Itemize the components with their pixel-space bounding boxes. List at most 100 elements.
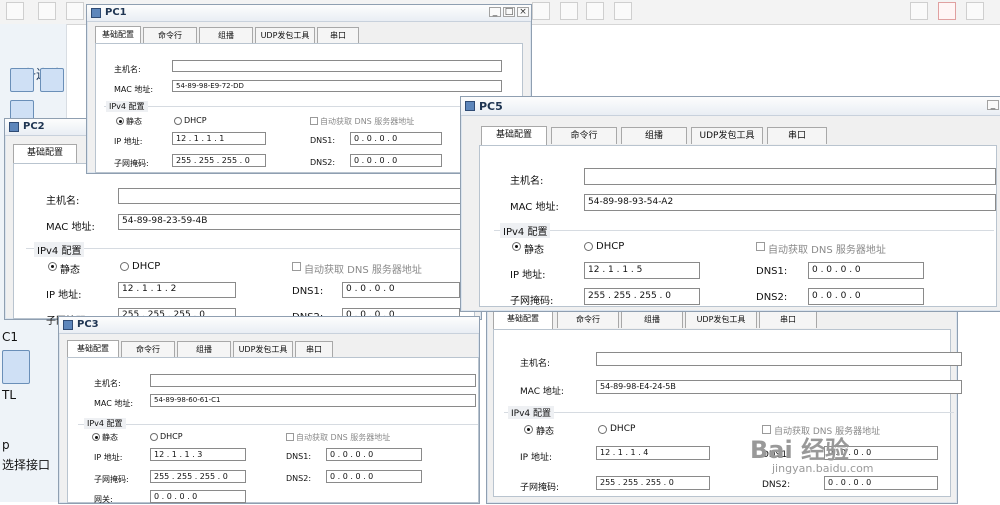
dns1-label: DNS1: [310,136,336,145]
window-title: PC1 [105,7,127,18]
router-icon[interactable] [40,68,64,92]
monitor-icon[interactable] [614,2,632,20]
auto-dns-checkbox[interactable] [286,433,294,441]
tab-udp-tool[interactable]: UDP发包工具 [685,311,757,328]
auto-dns-checkbox[interactable] [310,117,318,125]
mac-label: MAC 地址: [94,399,134,408]
tab-serial[interactable]: 串口 [767,127,827,144]
device-icon[interactable] [10,68,34,92]
dns1-field[interactable]: 0 . 0 . 0 . 0 [350,132,442,145]
gear-icon[interactable] [966,2,984,20]
static-radio[interactable] [524,425,533,434]
tab-multicast[interactable]: 组播 [199,27,253,44]
sidebar-item-p: p [2,438,10,452]
open-file-icon[interactable] [66,2,84,20]
chat-icon[interactable] [910,2,928,20]
static-radio[interactable] [92,433,100,441]
tab-multicast[interactable]: 组播 [621,311,683,328]
dns2-field[interactable]: 0 . 0 . 0 . 0 [808,288,924,305]
hostname-field[interactable] [118,188,478,204]
subnet-mask-field[interactable]: 255 . 255 . 255 . 0 [172,154,266,167]
hostname-label: 主机名: [520,359,551,369]
sidebar-item-tl: TL [2,388,17,402]
dns2-field[interactable]: 0 . 0 . 0 . 0 [824,476,938,490]
mac-field[interactable]: 54-89-98-93-54-A2 [584,194,996,211]
ip-field[interactable]: 12 . 1 . 1 . 4 [596,446,710,460]
hostname-field[interactable] [596,352,962,366]
tab-basic-config[interactable]: 基础配置 [493,310,553,329]
gateway-label: 网关: [94,495,113,504]
dhcp-label: DHCP [160,432,183,441]
ip-field[interactable]: 12 . 1 . 1 . 1 [172,132,266,145]
subnet-mask-field[interactable]: 255 . 255 . 255 . 0 [150,470,246,483]
hostname-label: 主机名: [510,176,544,187]
mac-field[interactable]: 54-89-98-E9-72-DD [172,80,502,92]
hostname-label: 主机名: [114,65,141,74]
static-label: 静态 [524,245,544,256]
zoom-icon[interactable] [532,2,550,20]
dns1-field[interactable]: 0 . 0 . 0 . 0 [326,448,422,461]
static-radio[interactable] [512,242,521,251]
tab-basic-config[interactable]: 基础配置 [13,144,77,163]
dhcp-radio[interactable] [598,425,607,434]
home-icon[interactable] [38,2,56,20]
hostname-field[interactable] [584,168,996,185]
dhcp-radio[interactable] [120,262,129,271]
watermark-text: Bai 经验 [750,436,850,464]
window-title: PC5 [479,100,503,113]
topology-icon[interactable] [560,2,578,20]
static-label: 静态 [126,117,142,126]
gateway-field[interactable]: 0 . 0 . 0 . 0 [150,490,246,503]
ip-field[interactable]: 12 . 1 . 1 . 5 [584,262,700,279]
mac-field[interactable]: 54-89-98-60-61-C1 [150,394,476,407]
dhcp-radio[interactable] [150,433,158,441]
mac-label: MAC 地址: [510,202,559,213]
window-icon[interactable] [586,2,604,20]
tab-command-line[interactable]: 命令行 [557,311,619,328]
auto-dns-checkbox[interactable] [756,242,765,251]
pc-icon [9,122,19,132]
ip-field[interactable]: 12 . 1 . 1 . 3 [150,448,246,461]
dhcp-radio[interactable] [174,117,182,125]
minimize-button[interactable]: _ [987,100,999,110]
app-logo-icon [6,2,24,20]
subnet-mask-field[interactable]: 255 . 255 . 255 . 0 [584,288,700,305]
auto-dns-label: 自动获取 DNS 服务器地址 [768,245,886,256]
tab-multicast[interactable]: 组播 [177,341,231,358]
auto-dns-label: 自动获取 DNS 服务器地址 [304,265,422,276]
subnet-mask-field[interactable]: 255 . 255 . 255 . 0 [596,476,710,490]
tab-serial[interactable]: 串口 [295,341,333,358]
auto-dns-checkbox[interactable] [292,262,301,271]
static-label: 静态 [536,427,555,437]
static-radio[interactable] [116,117,124,125]
tab-multicast[interactable]: 组播 [621,127,687,144]
ip-label: IP 地址: [510,270,546,281]
tab-udp-tool[interactable]: UDP发包工具 [691,127,763,144]
tab-serial[interactable]: 串口 [759,311,817,328]
hostname-field[interactable] [150,374,476,387]
minimize-button[interactable]: _ [489,7,501,17]
huawei-logo [938,2,956,20]
mac-field[interactable]: 54-89-98-23-59-4B [118,214,478,230]
cable-icon[interactable] [2,350,30,384]
dns1-field[interactable]: 0 . 0 . 0 . 0 [342,282,460,298]
mac-field[interactable]: 54-89-98-E4-24-5B [596,380,962,394]
dhcp-radio[interactable] [584,242,593,251]
close-button[interactable]: × [517,7,529,17]
tab-command-line[interactable]: 命令行 [551,127,617,144]
dns1-field[interactable]: 0 . 0 . 0 . 0 [808,262,924,279]
tab-serial[interactable]: 串口 [317,27,359,44]
maximize-button[interactable]: □ [503,7,515,17]
tab-udp-tool[interactable]: UDP发包工具 [233,341,293,358]
ipv4-config-group: IPv4 配置 [34,242,85,257]
dns2-field[interactable]: 0 . 0 . 0 . 0 [326,470,422,483]
pc4-basic-config-panel: 主机名: MAC 地址: 54-89-98-E4-24-5B IPv4 配置 静… [493,329,962,497]
ip-field[interactable]: 12 . 1 . 1 . 2 [118,282,236,298]
hostname-field[interactable] [172,60,502,72]
tab-command-line[interactable]: 命令行 [121,341,175,358]
static-radio[interactable] [48,262,57,271]
tab-udp-tool[interactable]: UDP发包工具 [255,27,315,44]
tab-command-line[interactable]: 命令行 [143,27,197,44]
dns2-field[interactable]: 0 . 0 . 0 . 0 [350,154,442,167]
tab-basic-config[interactable]: 基础配置 [481,126,547,145]
